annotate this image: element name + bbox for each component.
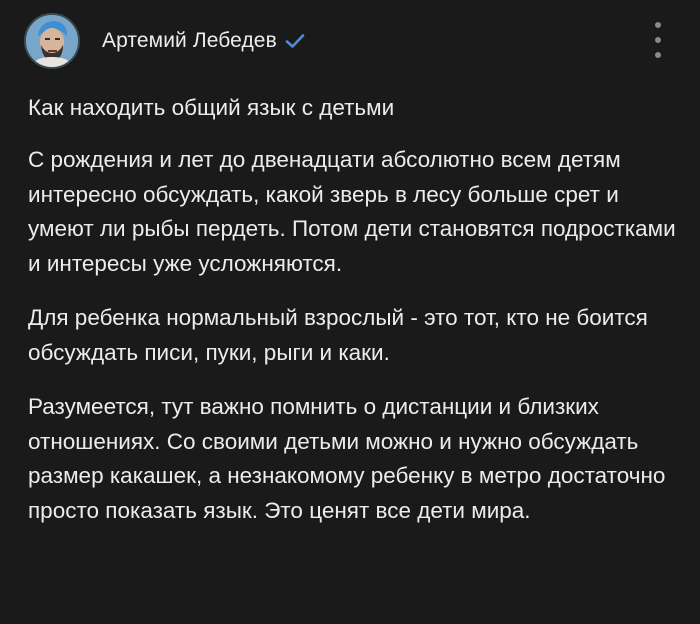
menu-dot xyxy=(655,22,661,28)
menu-dot xyxy=(655,37,661,43)
post-header: Артемий Лебедев xyxy=(24,12,305,70)
verified-badge-icon xyxy=(285,33,305,49)
post-card: Артемий Лебедев Как находить общий язык … xyxy=(0,0,700,624)
post-title: Как находить общий язык с детьми xyxy=(28,95,395,120)
post-body: Как находить общий язык с детьми С рожде… xyxy=(28,92,678,548)
post-paragraph: Разумеется, тут важно помнить о дистанци… xyxy=(28,394,666,523)
menu-dot xyxy=(655,52,661,58)
author-name[interactable]: Артемий Лебедев xyxy=(102,29,277,53)
avatar-portrait-icon xyxy=(26,15,78,67)
more-vertical-icon[interactable] xyxy=(646,22,670,58)
post-paragraph: Для ребенка нормальный взрослый - это то… xyxy=(28,305,648,365)
author-avatar[interactable] xyxy=(24,13,80,69)
author-name-row[interactable]: Артемий Лебедев xyxy=(102,29,305,53)
post-paragraph: С рождения и лет до двенадцати абсолютно… xyxy=(28,147,676,276)
